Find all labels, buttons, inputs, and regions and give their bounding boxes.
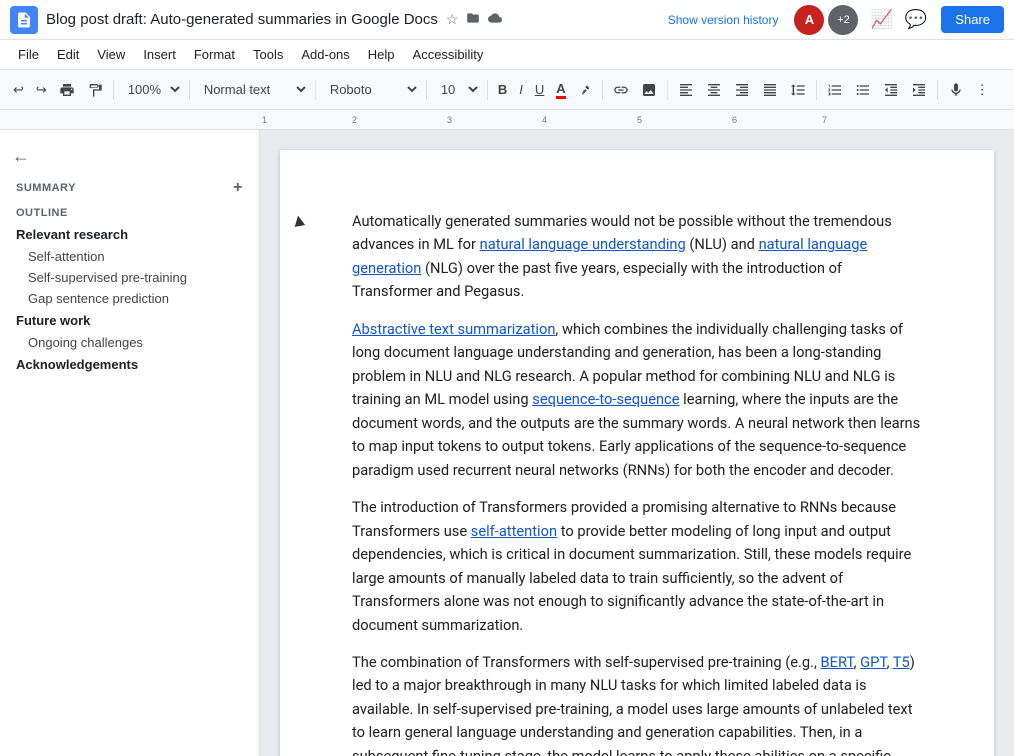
align-justify-button[interactable] [757, 78, 783, 102]
outline-item-future-work[interactable]: Future work [0, 309, 259, 332]
bullet-list-button[interactable] [850, 78, 876, 102]
redo-button[interactable]: ↪ [31, 78, 52, 102]
indent-more-button[interactable] [906, 78, 932, 102]
comment-icon[interactable]: 💬 [905, 9, 927, 30]
link-abstractive[interactable]: Abstractive text summarization [352, 320, 555, 338]
link-nlu[interactable]: natural language understanding [480, 235, 686, 253]
link-bert[interactable]: BERT [821, 653, 854, 671]
toolbar: ↩ ↪ 100% 75% 125% 150% Normal text Headi… [0, 70, 1014, 110]
summary-section: SUMMARY + [0, 175, 259, 201]
menu-help[interactable]: Help [360, 44, 403, 65]
app-icon [10, 6, 38, 34]
summary-add-button[interactable]: + [233, 179, 243, 197]
menu-edit[interactable]: Edit [49, 44, 87, 65]
title-bar: Blog post draft: Auto-generated summarie… [0, 0, 1014, 40]
back-button[interactable]: ← [0, 142, 259, 175]
cursor-indicator: ▲ [288, 209, 309, 233]
outline-item-gap-sentence[interactable]: Gap sentence prediction [0, 288, 259, 309]
summary-label: SUMMARY [16, 182, 76, 194]
share-button[interactable]: Share [941, 6, 1004, 33]
text-color-button[interactable]: A [551, 77, 570, 103]
bold-button[interactable]: B [493, 78, 512, 101]
outline-item-self-supervised[interactable]: Self-supervised pre-training [0, 267, 259, 288]
menu-tools[interactable]: Tools [245, 44, 291, 65]
outline-item-self-attention[interactable]: Self-attention [0, 246, 259, 267]
microphone-button[interactable] [943, 78, 969, 102]
image-button[interactable] [636, 78, 662, 102]
align-right-button[interactable] [729, 78, 755, 102]
underline-button[interactable]: U [530, 78, 549, 101]
font-select[interactable]: Roboto Arial Times New Roman [321, 77, 421, 102]
numbered-list-button[interactable] [822, 78, 848, 102]
more-options-button[interactable]: ⋮ [971, 78, 994, 102]
menu-view[interactable]: View [89, 44, 133, 65]
outline-label: OUTLINE [0, 201, 259, 223]
outline-item-relevant-research[interactable]: Relevant research [0, 223, 259, 246]
page: ▲ Automatically generated summaries woul… [280, 150, 994, 756]
menu-file[interactable]: File [10, 44, 47, 65]
avatar: A [794, 5, 824, 35]
align-center-button[interactable] [701, 78, 727, 102]
sidebar: ← SUMMARY + OUTLINE Relevant research Se… [0, 130, 260, 756]
outline-item-ongoing-challenges[interactable]: Ongoing challenges [0, 332, 259, 353]
zoom-select[interactable]: 100% 75% 125% 150% [119, 77, 184, 102]
paint-format-button[interactable] [82, 78, 108, 102]
menu-bar: File Edit View Insert Format Tools Add-o… [0, 40, 1014, 70]
undo-button[interactable]: ↩ [8, 78, 29, 102]
line-spacing-button[interactable] [785, 78, 811, 102]
paragraph-4: The combination of Transformers with sel… [352, 651, 922, 756]
menu-format[interactable]: Format [186, 44, 243, 65]
paragraph-2: Abstractive text summarization, which co… [352, 318, 922, 482]
version-history-link[interactable]: Show version history [668, 13, 779, 27]
avatar-group: +2 [828, 5, 858, 35]
indent-less-button[interactable] [878, 78, 904, 102]
outline-item-acknowledgements[interactable]: Acknowledgements [0, 353, 259, 376]
font-size-select[interactable]: 10 11 12 14 [432, 77, 482, 102]
header-avatars: A +2 [794, 5, 858, 35]
ruler: 1 2 3 4 5 6 7 [0, 110, 1014, 130]
link-gpt[interactable]: GPT [860, 653, 886, 671]
cloud-icon[interactable] [488, 11, 502, 28]
menu-addons[interactable]: Add-ons [293, 44, 357, 65]
paragraph-1: Automatically generated summaries would … [352, 210, 922, 304]
link-t5[interactable]: T5 [893, 653, 910, 671]
highlight-button[interactable] [573, 79, 597, 101]
paragraph-3: The introduction of Transformers provide… [352, 496, 922, 637]
italic-button[interactable]: I [514, 78, 528, 101]
link-button[interactable] [608, 78, 634, 102]
menu-accessibility[interactable]: Accessibility [405, 44, 492, 65]
link-self-attention[interactable]: self-attention [471, 522, 557, 540]
trending-icon[interactable]: 📈 [870, 9, 892, 30]
print-button[interactable] [54, 78, 80, 102]
folder-icon[interactable] [466, 11, 480, 28]
link-seq2seq[interactable]: sequence-to-sequence [532, 390, 679, 408]
menu-insert[interactable]: Insert [135, 44, 184, 65]
star-icon[interactable]: ☆ [446, 11, 459, 28]
doc-area: ▲ Automatically generated summaries woul… [260, 130, 1014, 756]
style-select[interactable]: Normal text Heading 1 Heading 2 Heading … [195, 77, 310, 102]
main-area: ← SUMMARY + OUTLINE Relevant research Se… [0, 130, 1014, 756]
align-left-button[interactable] [673, 78, 699, 102]
doc-title: Blog post draft: Auto-generated summarie… [46, 11, 438, 28]
